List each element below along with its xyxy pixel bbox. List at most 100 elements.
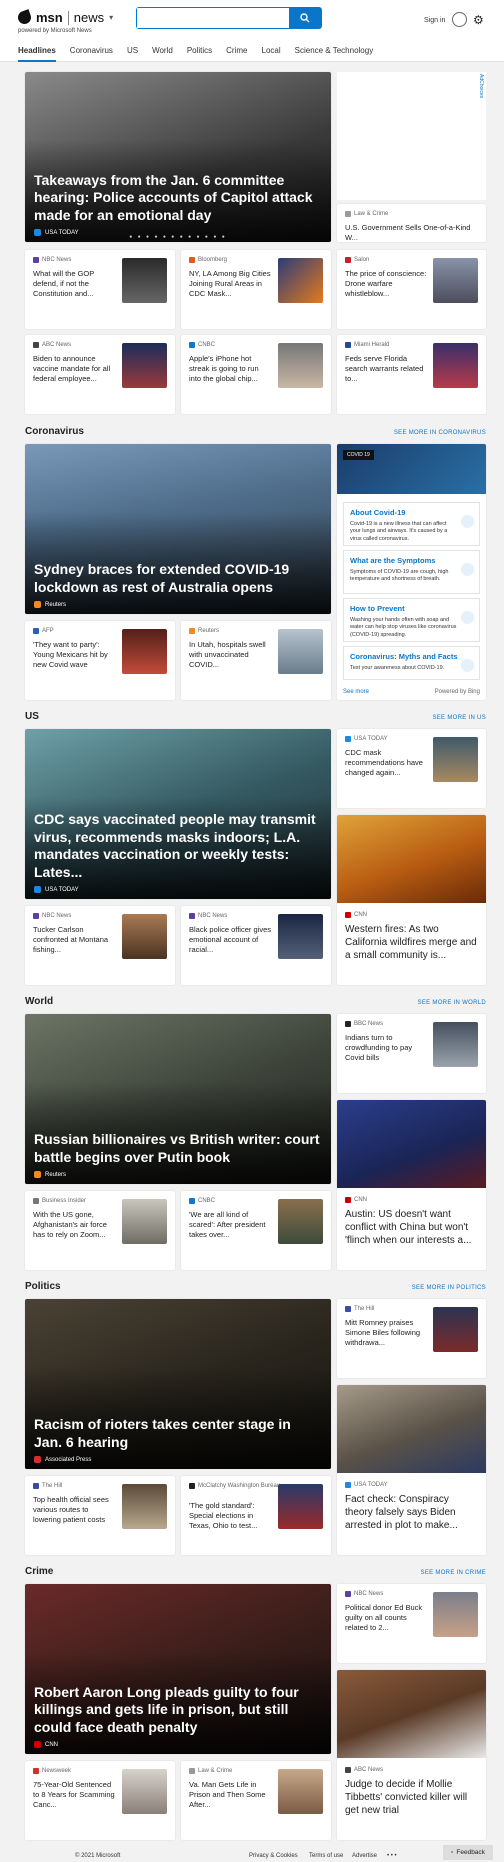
list-item[interactable]: Miami Herald Feds serve Florida search w… xyxy=(337,335,486,414)
ad-slot[interactable]: AdChoices xyxy=(337,72,486,200)
coronavirus-hero-card[interactable]: Sydney braces for extended COVID-19 lock… xyxy=(25,444,331,614)
search-button[interactable] xyxy=(289,8,321,28)
msn-logo[interactable]: msn news ▾ xyxy=(16,9,113,26)
nav-headlines[interactable]: Headlines xyxy=(18,46,56,62)
hero-title[interactable]: CDC says vaccinated people may transmit … xyxy=(34,811,322,881)
card-title[interactable]: With the US gone, Afghanistan's air forc… xyxy=(33,1210,115,1240)
covid-item-symptoms[interactable]: What are the Symptoms Symptoms of COVID-… xyxy=(343,550,480,594)
list-item[interactable]: CNBC Apple's iPhone hot streak is going … xyxy=(181,335,331,414)
section-title-coronavirus[interactable]: Coronavirus xyxy=(25,426,84,437)
card-title[interactable]: 'They want to party': Young Mexicans hit… xyxy=(33,640,115,670)
list-item[interactable]: Law & Crime Va. Man Gets Life in Prison … xyxy=(181,1761,331,1840)
card-title[interactable]: NY, LA Among Big Cities Joining Rural Ar… xyxy=(189,269,271,299)
section-title-us[interactable]: US xyxy=(25,711,39,722)
politics-hero-card[interactable]: Racism of rioters takes center stage in … xyxy=(25,1299,331,1469)
nav-crime[interactable]: Crime xyxy=(226,46,247,62)
crime-large-card[interactable]: ABC News Judge to decide if Mollie Tibbe… xyxy=(337,1670,486,1840)
nav-politics[interactable]: Politics xyxy=(187,46,212,62)
section-title-crime[interactable]: Crime xyxy=(25,1566,53,1577)
list-item[interactable]: McClatchy Washington Bureau 'The gold st… xyxy=(181,1476,331,1555)
crime-hero-card[interactable]: Robert Aaron Long pleads guilty to four … xyxy=(25,1584,331,1754)
list-item[interactable]: NBC News Tucker Carlson confronted at Mo… xyxy=(25,906,175,985)
nav-coronavirus[interactable]: Coronavirus xyxy=(70,46,113,62)
card-title[interactable]: Indians turn to crowdfunding to pay Covi… xyxy=(345,1033,427,1063)
list-item[interactable]: Reuters In Utah, hospitals swell with un… xyxy=(181,621,331,700)
card-title[interactable]: Western fires: As two California wildfir… xyxy=(345,923,478,962)
chevron-down-icon[interactable]: ▾ xyxy=(109,13,113,22)
list-item[interactable]: Bloomberg NY, LA Among Big Cities Joinin… xyxy=(181,250,331,329)
world-hero-card[interactable]: Russian billionaires vs British writer: … xyxy=(25,1014,331,1184)
card-title[interactable]: 'We are all kind of scared': After presi… xyxy=(189,1210,271,1240)
world-large-card[interactable]: CNN Austin: US doesn't want conflict wit… xyxy=(337,1100,486,1270)
see-more-politics[interactable]: SEE MORE IN POLITICS xyxy=(412,1285,486,1291)
card-title[interactable]: Political donor Ed Buck guilty on all co… xyxy=(345,1603,427,1633)
feedback-button[interactable]: ▫ Feedback xyxy=(443,1845,493,1860)
card-title[interactable]: Apple's iPhone hot streak is going to ru… xyxy=(189,354,271,384)
carousel-dots[interactable]: ● ● ● ● ● ● ● ● ● ● ● ● xyxy=(25,234,331,240)
hero-title[interactable]: Robert Aaron Long pleads guilty to four … xyxy=(34,1684,322,1737)
list-item[interactable]: Newsweek 75-Year-Old Sentenced to 8 Year… xyxy=(25,1761,175,1840)
card-title[interactable]: Feds serve Florida search warrants relat… xyxy=(345,354,427,384)
us-side-card[interactable]: USA TODAY CDC mask recommendations have … xyxy=(337,729,486,808)
headline-side-card[interactable]: Law & Crime U.S. Government Sells One-of… xyxy=(337,204,486,242)
see-more-world[interactable]: SEE MORE IN WORLD xyxy=(418,1000,486,1006)
section-title-world[interactable]: World xyxy=(25,996,53,1007)
politics-large-card[interactable]: USA TODAY Fact check: Conspiracy theory … xyxy=(337,1385,486,1555)
hero-title[interactable]: Racism of rioters takes center stage in … xyxy=(34,1416,322,1451)
card-title[interactable]: What will the GOP defend, if not the Con… xyxy=(33,269,115,299)
list-item[interactable]: Business Insider With the US gone, Afgha… xyxy=(25,1191,175,1270)
covid-item-about[interactable]: About Covid-19 Covid-19 is a new illness… xyxy=(343,502,480,546)
list-item[interactable]: ABC News Biden to announce vaccine manda… xyxy=(25,335,175,414)
card-title[interactable]: Va. Man Gets Life in Prison and Then Som… xyxy=(189,1780,271,1810)
list-item[interactable]: NBC News What will the GOP defend, if no… xyxy=(25,250,175,329)
card-title[interactable]: In Utah, hospitals swell with unvaccinat… xyxy=(189,640,271,670)
card-title[interactable]: 75-Year-Old Sentenced to 8 Years for Sca… xyxy=(33,1780,115,1810)
card-title[interactable]: CDC mask recommendations have changed ag… xyxy=(345,748,427,778)
terms-link[interactable]: Terms of use xyxy=(309,1853,343,1859)
avatar-icon[interactable] xyxy=(452,12,467,27)
covid-see-more-link[interactable]: See more xyxy=(343,689,369,695)
privacy-link[interactable]: Privacy & Cookies xyxy=(249,1853,298,1859)
card-title[interactable]: Mitt Romney praises Simone Biles followi… xyxy=(345,1318,427,1348)
nav-us[interactable]: US xyxy=(127,46,138,62)
list-item[interactable]: Salon The price of conscience: Drone war… xyxy=(337,250,486,329)
nav-science-technology[interactable]: Science & Technology xyxy=(295,46,374,62)
hero-title[interactable]: Takeaways from the Jan. 6 committee hear… xyxy=(34,172,322,225)
card-title[interactable]: Biden to announce vaccine mandate for al… xyxy=(33,354,115,384)
more-links[interactable]: • • • xyxy=(387,1853,397,1859)
list-item[interactable]: AFP 'They want to party': Young Mexicans… xyxy=(25,621,175,700)
card-title[interactable]: Tucker Carlson confronted at Montana fis… xyxy=(33,925,115,955)
see-more-crime[interactable]: SEE MORE IN CRIME xyxy=(421,1570,486,1576)
card-title[interactable]: Austin: US doesn't want conflict with Ch… xyxy=(345,1208,478,1247)
nav-local[interactable]: Local xyxy=(262,46,281,62)
advertise-link[interactable]: Advertise xyxy=(352,1853,377,1859)
see-more-coronavirus[interactable]: SEE MORE IN CORONAVIRUS xyxy=(394,430,486,436)
us-large-card[interactable]: CNN Western fires: As two California wil… xyxy=(337,815,486,985)
list-item[interactable]: The Hill Top health official sees variou… xyxy=(25,1476,175,1555)
list-item[interactable]: NBC News Black police officer gives emot… xyxy=(181,906,331,985)
us-hero-card[interactable]: CDC says vaccinated people may transmit … xyxy=(25,729,331,899)
headline-hero-card[interactable]: Takeaways from the Jan. 6 committee hear… xyxy=(25,72,331,242)
card-title[interactable]: U.S. Government Sells One-of-a-Kind W... xyxy=(345,223,480,242)
search-input[interactable] xyxy=(137,8,289,28)
section-title-politics[interactable]: Politics xyxy=(25,1281,61,1292)
hero-title[interactable]: Sydney braces for extended COVID-19 lock… xyxy=(34,561,322,596)
crime-side-card[interactable]: NBC News Political donor Ed Buck guilty … xyxy=(337,1584,486,1663)
card-title[interactable]: Judge to decide if Mollie Tibbetts' conv… xyxy=(345,1778,478,1817)
sign-in-link[interactable]: Sign in xyxy=(424,17,445,24)
card-title[interactable]: Fact check: Conspiracy theory falsely sa… xyxy=(345,1493,478,1532)
card-title[interactable]: Top health official sees various routes … xyxy=(33,1495,115,1525)
card-title[interactable]: The price of conscience: Drone warfare w… xyxy=(345,269,427,299)
list-item[interactable]: CNBC 'We are all kind of scared': After … xyxy=(181,1191,331,1270)
nav-world[interactable]: World xyxy=(152,46,173,62)
gear-icon[interactable]: ⚙ xyxy=(473,13,484,27)
covid-item-myths[interactable]: Coronavirus: Myths and Facts Test your a… xyxy=(343,646,480,680)
covid-item-prevent[interactable]: How to Prevent Washing your hands often … xyxy=(343,598,480,642)
card-title[interactable]: Black police officer gives emotional acc… xyxy=(189,925,271,955)
card-title[interactable]: 'The gold standard': Special elections i… xyxy=(189,1501,271,1531)
politics-side-card[interactable]: The Hill Mitt Romney praises Simone Bile… xyxy=(337,1299,486,1378)
hero-title[interactable]: Russian billionaires vs British writer: … xyxy=(34,1131,322,1166)
see-more-us[interactable]: SEE MORE IN US xyxy=(432,715,486,721)
adchoices-label[interactable]: AdChoices xyxy=(478,74,484,98)
world-side-card[interactable]: BBC News Indians turn to crowdfunding to… xyxy=(337,1014,486,1093)
